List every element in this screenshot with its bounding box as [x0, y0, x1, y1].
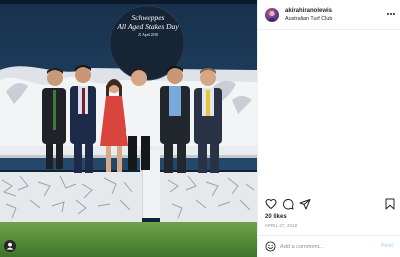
post-comment-button[interactable]: Post	[381, 242, 393, 251]
username-link[interactable]: akirahiranolewis	[285, 8, 332, 15]
user-silhouette-icon	[6, 242, 14, 250]
avatar-image	[268, 10, 276, 21]
likes-count[interactable]: 20 likes	[265, 213, 287, 221]
post-sidebar: akirahiranolewis Australian Turf Club 20…	[257, 0, 400, 257]
sign-event: All Aged Stakes Day	[117, 22, 179, 31]
emoji-icon[interactable]	[265, 241, 276, 252]
sign-text: Schweppes All Aged Stakes Day 21 April 2…	[110, 13, 186, 38]
post-date: APRIL 27, 2018	[265, 223, 298, 228]
comment-bar: Post	[258, 235, 400, 257]
sign-sponsor: Schweppes	[131, 13, 165, 22]
more-options-icon[interactable]	[386, 9, 396, 19]
tagged-user-icon[interactable]	[4, 240, 16, 252]
heart-icon[interactable]	[265, 198, 277, 210]
location-link[interactable]: Australian Turf Club	[285, 16, 332, 23]
post-header: akirahiranolewis Australian Turf Club	[258, 0, 400, 30]
comment-icon[interactable]	[282, 198, 294, 210]
sign-date: 21 April 2018	[138, 33, 158, 37]
bookmark-icon[interactable]	[384, 198, 396, 210]
share-icon[interactable]	[299, 198, 311, 210]
photo-scene	[0, 0, 257, 257]
post-photo[interactable]: Schweppes All Aged Stakes Day 21 April 2…	[0, 0, 257, 257]
comment-input[interactable]	[280, 241, 376, 252]
avatar[interactable]	[265, 8, 279, 22]
